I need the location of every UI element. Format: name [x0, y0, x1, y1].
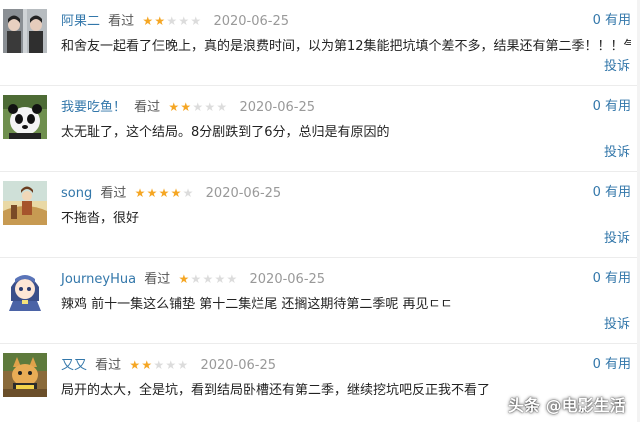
star-icon: ★: [142, 14, 153, 28]
review-item: 又又 看过 ★ ★ ★ ★ ★ 2020-06-25 0 有用 局开的太大，全是坑，看到…: [0, 344, 640, 430]
watched-status: 看过: [95, 358, 122, 373]
report-button[interactable]: 投诉: [604, 316, 630, 334]
review-meta: song 看过 ★ ★ ★ ★ ★ 2020-06-25: [61, 184, 281, 203]
vote-count: 0: [592, 357, 601, 372]
vote-count: 0: [592, 13, 601, 28]
star-icon: ★: [158, 186, 170, 200]
star-icon: ★: [180, 100, 191, 114]
star-icon: ★: [177, 358, 188, 372]
review-item: song 看过 ★ ★ ★ ★ ★ 2020-06-25 0 有用 不拖沓，很好 投诉: [0, 172, 640, 258]
star-icon: ★: [204, 100, 215, 114]
star-rating: ★ ★ ★ ★ ★: [177, 270, 237, 288]
useful-vote[interactable]: 0 有用: [593, 184, 631, 202]
review-content: 辣鸡 前十一集这么铺垫 第十二集烂尾 还搁这期待第二季呢 再见ㄷㄷ: [61, 297, 453, 312]
report-button[interactable]: 投诉: [604, 144, 630, 162]
cat-judge-avatar[interactable]: [3, 353, 47, 397]
star-icon: ★: [226, 272, 237, 286]
username-link[interactable]: song: [61, 186, 92, 201]
star-icon: ★: [178, 272, 189, 286]
star-icon: ★: [214, 272, 225, 286]
vote-count: 0: [592, 99, 601, 114]
review-item: 我要吃鱼！ 看过 ★ ★ ★ ★ ★ 2020-06-25 0 有用 太无耻了，这个结局…: [0, 86, 640, 172]
useful-button[interactable]: 有用: [605, 99, 631, 114]
username-link[interactable]: 阿果二: [61, 14, 100, 29]
star-icon: ★: [178, 14, 189, 28]
star-rating: ★ ★ ★ ★ ★: [141, 12, 201, 30]
star-icon: ★: [182, 186, 194, 200]
review-date: 2020-06-25: [200, 358, 277, 373]
useful-button[interactable]: 有用: [605, 13, 631, 28]
report-button[interactable]: 投诉: [604, 58, 630, 76]
anime-girl-avatar[interactable]: [3, 267, 47, 311]
star-icon: ★: [146, 186, 158, 200]
useful-vote[interactable]: 0 有用: [593, 12, 631, 30]
star-icon: ★: [153, 358, 164, 372]
review-meta: 阿果二 看过 ★ ★ ★ ★ ★ 2020-06-25: [61, 12, 289, 31]
watched-status: 看过: [108, 14, 135, 29]
star-icon: ★: [165, 358, 176, 372]
star-icon: ★: [202, 272, 213, 286]
review-date: 2020-06-25: [205, 186, 282, 201]
useful-button[interactable]: 有用: [605, 357, 631, 372]
review-meta: 又又 看过 ★ ★ ★ ★ ★ 2020-06-25: [61, 356, 276, 375]
review-content: 太无耻了，这个结局。8分剧跌到了6分，总归是有原因的: [61, 125, 390, 140]
review-item: 阿果二 看过 ★ ★ ★ ★ ★ 2020-06-25 0 有用 和舍友一起看了仨晚上，…: [0, 0, 640, 86]
star-icon: ★: [170, 186, 182, 200]
review-meta: JourneyHua 看过 ★ ★ ★ ★ ★ 2020-06-25: [61, 270, 325, 289]
review-item: JourneyHua 看过 ★ ★ ★ ★ ★ 2020-06-25 0 有用 辣鸡 前…: [0, 258, 640, 344]
review-content: 不拖沓，很好: [61, 211, 140, 226]
review-meta: 我要吃鱼！ 看过 ★ ★ ★ ★ ★ 2020-06-25: [61, 98, 315, 117]
star-icon: ★: [154, 14, 165, 28]
star-rating: ★ ★ ★ ★ ★: [167, 98, 227, 116]
star-icon: ★: [190, 272, 201, 286]
vote-count: 0: [592, 271, 601, 286]
anime-art-avatar[interactable]: [3, 181, 47, 225]
review-date: 2020-06-25: [213, 14, 290, 29]
star-icon: ★: [190, 14, 201, 28]
star-icon: ★: [166, 14, 177, 28]
watched-status: 看过: [144, 272, 171, 287]
useful-vote[interactable]: 0 有用: [593, 356, 631, 374]
watched-status: 看过: [100, 186, 127, 201]
star-rating: ★ ★ ★ ★ ★: [128, 356, 188, 374]
review-date: 2020-06-25: [239, 100, 316, 115]
username-link[interactable]: 又又: [61, 358, 87, 373]
star-icon: ★: [216, 100, 227, 114]
vote-count: 0: [592, 185, 601, 200]
review-content: 和舍友一起看了仨晚上，真的是浪费时间，以为第12集能把坑填个差不多，结果还有第二…: [61, 39, 631, 54]
username-link[interactable]: 我要吃鱼！: [61, 100, 126, 115]
useful-vote[interactable]: 0 有用: [593, 98, 631, 116]
username-link[interactable]: JourneyHua: [61, 272, 136, 287]
star-icon: ★: [168, 100, 179, 114]
useful-button[interactable]: 有用: [605, 271, 631, 286]
useful-button[interactable]: 有用: [605, 185, 631, 200]
useful-vote[interactable]: 0 有用: [593, 270, 631, 288]
review-date: 2020-06-25: [249, 272, 326, 287]
panda-avatar[interactable]: [3, 95, 47, 139]
report-button[interactable]: 投诉: [604, 230, 630, 248]
star-icon: ★: [141, 358, 152, 372]
star-rating: ★ ★ ★ ★ ★: [134, 184, 194, 202]
watched-status: 看过: [134, 100, 161, 115]
star-icon: ★: [129, 358, 140, 372]
star-icon: ★: [192, 100, 203, 114]
star-icon: ★: [134, 186, 146, 200]
watermark: 头条 @电影生活: [508, 396, 626, 415]
user-photo-avatar[interactable]: [3, 9, 47, 53]
